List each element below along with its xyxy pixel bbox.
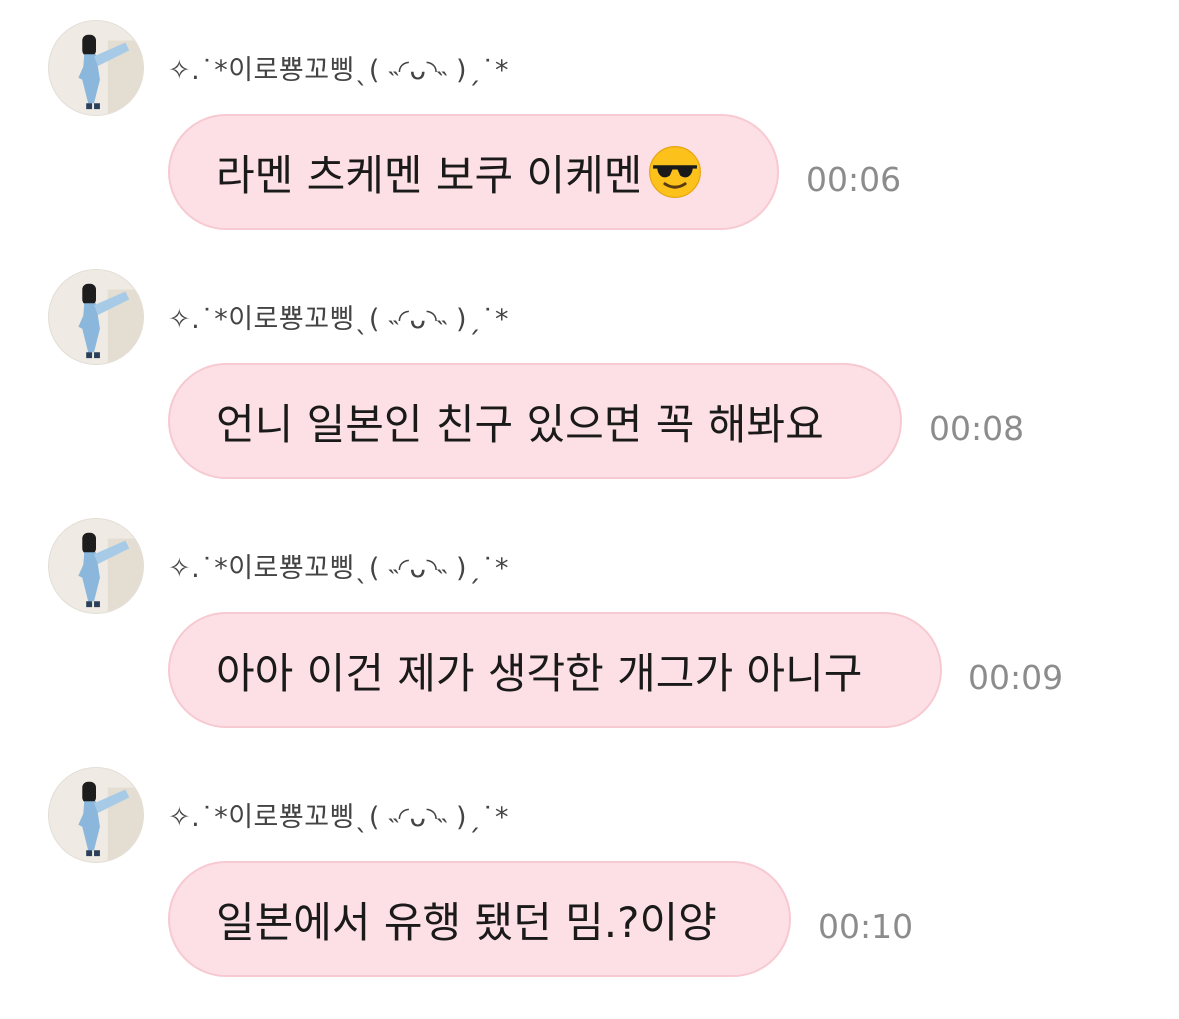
message-text: 언니 일본인 친구 있으면 꼭 해봐요 <box>216 399 824 449</box>
message-bubble[interactable]: 언니 일본인 친구 있으면 꼭 해봐요 <box>168 363 902 479</box>
message-bubble[interactable]: 일본에서 유행 됐던 밈.?이양 <box>168 861 791 977</box>
avatar-photo <box>49 21 143 115</box>
avatar[interactable] <box>48 767 144 863</box>
message-text: 라멘 츠케멘 보쿠 이케멘 <box>216 150 643 200</box>
message-time: 00:06 <box>806 160 902 199</box>
message-text: 아아 이건 제가 생각한 개그가 아니구 <box>216 648 863 698</box>
avatar[interactable] <box>48 20 144 116</box>
message-row: ✧.˙*이로뿅꼬삥ˎ( ˵◜ᴗ◝˵ )ˏ˙* 아아 이건 제가 생각한 개그가 … <box>0 498 1179 728</box>
avatar-photo <box>49 270 143 364</box>
sender-name: ✧.˙*이로뿅꼬삥ˎ( ˵◜ᴗ◝˵ )ˏ˙* <box>168 553 510 584</box>
message-time: 00:10 <box>818 907 914 946</box>
message-bubble[interactable]: 아아 이건 제가 생각한 개그가 아니구 <box>168 612 942 728</box>
message-time: 00:08 <box>929 409 1025 448</box>
message-bubble[interactable]: 라멘 츠케멘 보쿠 이케멘 <box>168 114 779 230</box>
avatar[interactable] <box>48 518 144 614</box>
avatar-photo <box>49 519 143 613</box>
avatar[interactable] <box>48 269 144 365</box>
message-row: ✧.˙*이로뿅꼬삥ˎ( ˵◜ᴗ◝˵ )ˏ˙* 라멘 츠케멘 보쿠 이케멘 00:… <box>0 0 1179 230</box>
sender-name: ✧.˙*이로뿅꼬삥ˎ( ˵◜ᴗ◝˵ )ˏ˙* <box>168 304 510 335</box>
smiling-face-with-sunglasses-icon <box>649 146 702 198</box>
avatar-photo <box>49 768 143 862</box>
message-row: ✧.˙*이로뿅꼬삥ˎ( ˵◜ᴗ◝˵ )ˏ˙* 일본에서 유행 됐던 밈.?이양 … <box>0 747 1179 977</box>
sender-name: ✧.˙*이로뿅꼬삥ˎ( ˵◜ᴗ◝˵ )ˏ˙* <box>168 55 510 86</box>
message-text: 일본에서 유행 됐던 밈.?이양 <box>216 897 717 947</box>
message-time: 00:09 <box>968 658 1064 697</box>
sender-name: ✧.˙*이로뿅꼬삥ˎ( ˵◜ᴗ◝˵ )ˏ˙* <box>168 802 510 833</box>
message-row: ✧.˙*이로뿅꼬삥ˎ( ˵◜ᴗ◝˵ )ˏ˙* 언니 일본인 친구 있으면 꼭 해… <box>0 249 1179 479</box>
chat-log: ✧.˙*이로뿅꼬삥ˎ( ˵◜ᴗ◝˵ )ˏ˙* 라멘 츠케멘 보쿠 이케멘 00:… <box>0 0 1179 1019</box>
